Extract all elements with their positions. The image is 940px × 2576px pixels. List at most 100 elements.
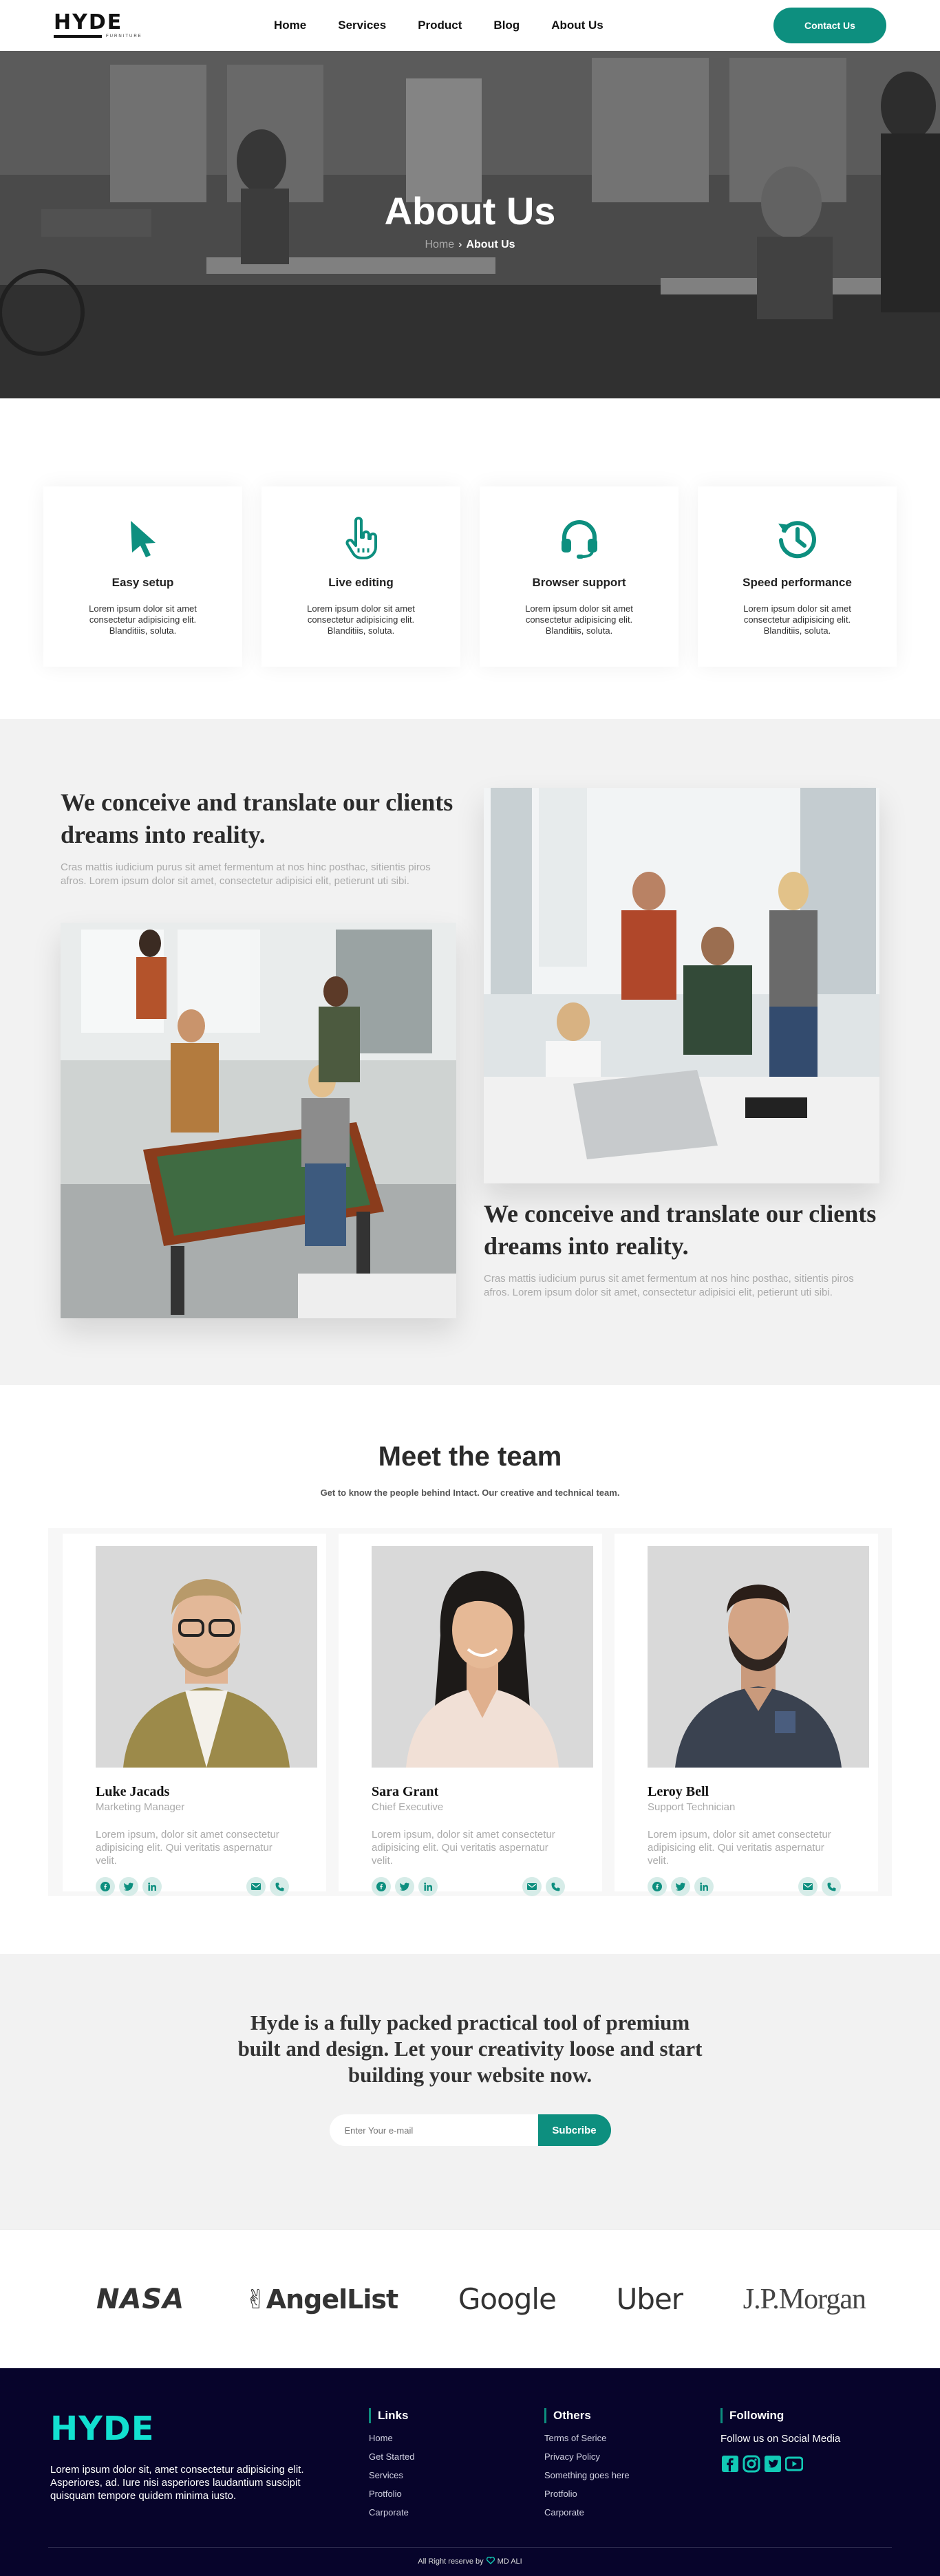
angellist-logo: ✌AngelList <box>244 2284 398 2315</box>
about-heading: We conceive and translate our clients dr… <box>484 1200 877 1260</box>
team-member-name: Luke Jacads <box>96 1784 170 1799</box>
about-desc: Cras mattis iudicium purus sit amet ferm… <box>484 1273 854 1298</box>
footer-others-title: Others <box>544 2408 630 2423</box>
team-member-role: Support Technician <box>648 1801 736 1813</box>
twitter-icon[interactable] <box>119 1877 138 1896</box>
newsletter-text: Hyde is a fully packed practical tool of… <box>237 2010 703 2087</box>
footer-links-title: Links <box>369 2408 414 2423</box>
copyright: All Right reserve by MD ALI <box>418 2556 522 2566</box>
nav-product[interactable]: Product <box>418 19 462 32</box>
footer-link-services[interactable]: Services <box>369 2470 414 2480</box>
footer-link-get-started[interactable]: Get Started <box>369 2451 414 2462</box>
facebook-icon[interactable] <box>648 1877 667 1896</box>
footer-logo[interactable]: HYDE <box>50 2409 155 2448</box>
google-logo: Google <box>458 2282 557 2316</box>
footer-link-carporate[interactable]: Carporate <box>369 2507 414 2518</box>
about-heading: We conceive and translate our clients dr… <box>61 788 453 848</box>
headset-icon <box>557 517 601 561</box>
heart-icon <box>486 2556 495 2566</box>
twitter-square-icon[interactable] <box>763 2454 782 2473</box>
features-section: Easy setup Lorem ipsum dolor sit amet co… <box>0 398 940 719</box>
linkedin-icon[interactable] <box>694 1877 714 1896</box>
phone-icon[interactable] <box>822 1877 841 1896</box>
breadcrumb-separator-icon: › <box>458 239 462 250</box>
footer-social-icons <box>720 2454 840 2473</box>
footer-divider <box>48 2547 892 2548</box>
feature-title: Browser support <box>532 576 626 589</box>
facebook-square-icon[interactable] <box>720 2454 739 2473</box>
feature-card-live-editing: Live editing Lorem ipsum dolor sit amet … <box>261 486 460 667</box>
feature-desc: Lorem ipsum dolor sit amet consectetur a… <box>525 603 633 636</box>
about-block-1: We conceive and translate our clients dr… <box>61 786 456 888</box>
main-nav: Home Services Product Blog About Us <box>274 19 603 32</box>
linkedin-icon[interactable] <box>418 1877 438 1896</box>
team-member-bio: Lorem ipsum, dolor sit amet consectetur … <box>96 1829 279 1867</box>
phone-icon[interactable] <box>270 1877 289 1896</box>
linkedin-icon[interactable] <box>142 1877 162 1896</box>
footer-link-home[interactable]: Home <box>369 2433 414 2443</box>
team-section: Meet the team Get to know the people beh… <box>0 1385 940 1954</box>
contact-us-button[interactable]: Contact Us <box>773 8 886 43</box>
avatar <box>96 1546 317 1768</box>
footer-link-something[interactable]: Something goes here <box>544 2470 630 2480</box>
hero-title: About Us <box>384 189 556 233</box>
feature-desc: Lorem ipsum dolor sit amet consectetur a… <box>743 603 851 636</box>
nav-services[interactable]: Services <box>338 19 386 32</box>
copyright-author[interactable]: MD ALI <box>498 2557 522 2566</box>
navbar: HYDE FURNITURE Home Services Product Blo… <box>0 0 940 51</box>
team-cards: Luke Jacads Marketing Manager Lorem ipsu… <box>48 1528 892 1896</box>
footer-link-protfolio[interactable]: Protfolio <box>369 2489 414 2499</box>
footer-link-terms[interactable]: Terms of Serice <box>544 2433 630 2443</box>
nav-about-us[interactable]: About Us <box>551 19 603 32</box>
partner-logos: NASA ✌AngelList Google Uber J.P.Morgan <box>0 2229 940 2368</box>
instagram-icon[interactable] <box>742 2454 760 2473</box>
brand-name: HYDE <box>54 10 123 34</box>
youtube-icon[interactable] <box>784 2454 803 2473</box>
facebook-icon[interactable] <box>96 1877 115 1896</box>
feature-title: Easy setup <box>111 576 174 589</box>
feature-desc: Lorem ipsum dolor sit amet consectetur a… <box>89 603 197 636</box>
breadcrumb-home[interactable]: Home <box>425 239 454 251</box>
email-icon[interactable] <box>798 1877 818 1896</box>
team-member-role: Chief Executive <box>372 1801 444 1813</box>
footer-follow-text: Follow us on Social Media <box>720 2433 841 2445</box>
footer: HYDE Lorem ipsum dolor sit, amet consect… <box>0 2368 940 2576</box>
newsletter-section: Hyde is a fully packed practical tool of… <box>0 1954 940 2229</box>
celebrating-team-photo <box>484 788 879 1183</box>
history-icon <box>776 517 820 561</box>
avatar <box>372 1546 593 1768</box>
twitter-icon[interactable] <box>395 1877 414 1896</box>
footer-others-column: Others Terms of Serice Privacy Policy So… <box>544 2408 630 2526</box>
nav-home[interactable]: Home <box>274 19 306 32</box>
brand-logo[interactable]: HYDE FURNITURE <box>54 12 150 39</box>
email-icon[interactable] <box>246 1877 266 1896</box>
footer-link-protfolio-2[interactable]: Protfolio <box>544 2489 630 2499</box>
hero-banner: About Us Home › About Us <box>0 51 940 398</box>
team-subtitle: Get to know the people behind Intact. Ou… <box>320 1488 620 1498</box>
twitter-icon[interactable] <box>671 1877 690 1896</box>
email-icon[interactable] <box>522 1877 542 1896</box>
logo-bar <box>54 35 102 38</box>
nasa-logo: NASA <box>96 2283 185 2315</box>
team-member-bio: Lorem ipsum, dolor sit amet consectetur … <box>372 1829 555 1867</box>
team-member-bio: Lorem ipsum, dolor sit amet consectetur … <box>648 1829 831 1867</box>
team-card-leroy: Leroy Bell Support Technician Lorem ipsu… <box>615 1534 878 1896</box>
team-card-sara: Sara Grant Chief Executive Lorem ipsum, … <box>339 1534 602 1896</box>
foosball-team-photo <box>61 923 456 1318</box>
team-member-role: Marketing Manager <box>96 1801 185 1813</box>
phone-icon[interactable] <box>546 1877 565 1896</box>
footer-following-title: Following <box>720 2408 840 2423</box>
newsletter-form: Subcribe <box>329 2114 611 2146</box>
feature-desc: Lorem ipsum dolor sit amet consectetur a… <box>307 603 415 636</box>
nav-blog[interactable]: Blog <box>493 19 520 32</box>
avatar <box>648 1546 869 1768</box>
footer-link-carporate-2[interactable]: Carporate <box>544 2507 630 2518</box>
facebook-icon[interactable] <box>372 1877 391 1896</box>
hand-pointer-icon <box>339 517 383 561</box>
footer-link-privacy[interactable]: Privacy Policy <box>544 2451 630 2462</box>
email-input[interactable] <box>329 2114 538 2146</box>
footer-links-column: Links Home Get Started Services Protfoli… <box>369 2408 414 2526</box>
feature-card-browser-support: Browser support Lorem ipsum dolor sit am… <box>480 486 679 667</box>
about-desc: Cras mattis iudicium purus sit amet ferm… <box>61 861 431 887</box>
subscribe-button[interactable]: Subcribe <box>537 2114 611 2146</box>
